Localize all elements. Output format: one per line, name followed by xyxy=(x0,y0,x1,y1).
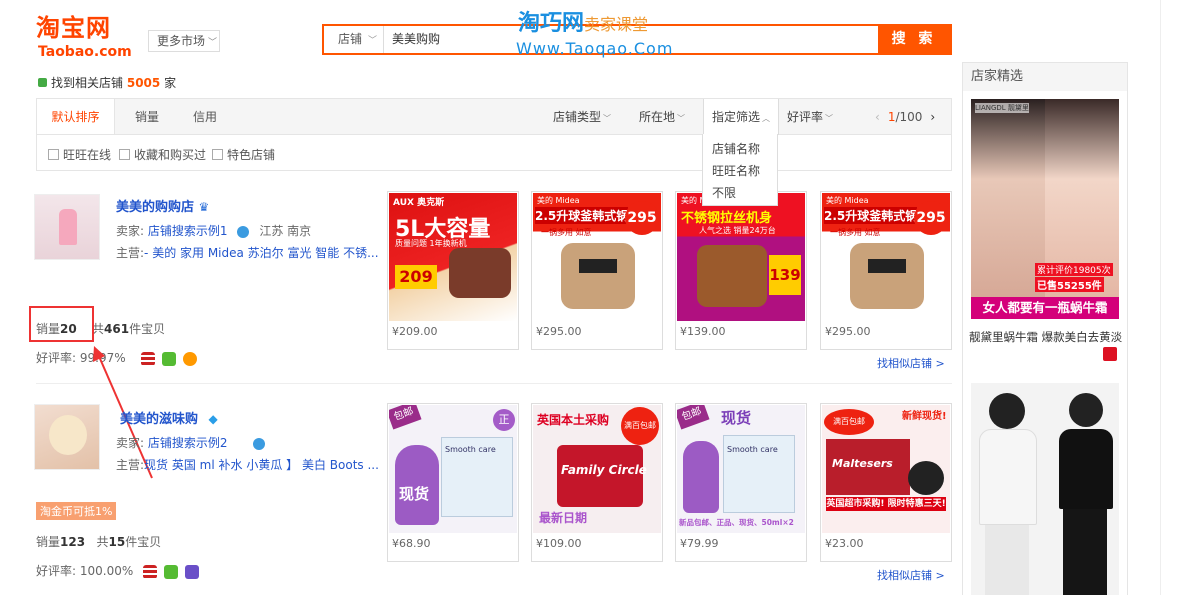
page-edge xyxy=(1160,0,1161,595)
product-price: ¥23.00 xyxy=(825,537,864,550)
product-card[interactable]: 英国本土采购 满百包邮 Family Circle 最新日期 ¥109.00 xyxy=(531,403,663,562)
product-card[interactable]: AUX 奥克斯 5L大容量 质量问题 1年换新机 209 ¥209.00 xyxy=(387,191,519,350)
watermark-url: Www.Taoqao.Com xyxy=(516,39,674,58)
sidebar-ad-image[interactable] xyxy=(971,383,1119,595)
divider xyxy=(36,383,952,384)
specify-dropdown-menu: 店铺名称 旺旺名称 不限 xyxy=(702,134,778,206)
product-price: ¥209.00 xyxy=(392,325,438,338)
more-market-dropdown[interactable]: 更多市场 ﹀ xyxy=(148,30,220,52)
shop-seller: 卖家: 店铺搜索示例2 xyxy=(116,434,266,451)
filter-specify[interactable]: 指定筛选 ︿ xyxy=(703,99,779,135)
shop-avatar[interactable] xyxy=(34,404,100,470)
credit-badge-icon xyxy=(143,564,158,579)
gold-seller-icon xyxy=(162,351,177,366)
sidebar-featured: 店家精选 LIANGDL 靓黛里 累计评价19805次 已售55255件 女人都… xyxy=(962,62,1128,595)
shop-sales: 销量123 共15件宝贝 xyxy=(36,535,162,549)
find-similar-link[interactable]: 找相似店铺 > xyxy=(877,355,945,371)
mini-pager: ‹ 1/100 › xyxy=(875,110,936,124)
filter-shop-type[interactable]: 店铺类型 ﹀ xyxy=(553,99,611,134)
filter-rating[interactable]: 好评率 ﹀ xyxy=(787,99,833,134)
filter-location[interactable]: 所在地 ﹀ xyxy=(639,99,685,134)
search-type-select[interactable]: 店铺 ﹀ xyxy=(324,26,384,53)
promo-badge: 淘金币可抵1% xyxy=(36,502,117,520)
medal-icon xyxy=(183,351,198,366)
chevron-down-icon: ﹀ xyxy=(825,114,834,123)
sidebar-ad-caption[interactable]: 靓黛里蜗牛霜 爆款美白去黄淡 xyxy=(969,329,1127,345)
checkbox-featured[interactable]: 特色店铺 xyxy=(212,146,275,163)
sidebar-ad-image[interactable]: LIANGDL 靓黛里 累计评价19805次 已售55255件 女人都要有一瓶蜗… xyxy=(971,99,1119,319)
crown-icon: ♛ xyxy=(198,200,210,214)
next-page-icon[interactable]: › xyxy=(930,110,935,124)
chevron-up-icon: ︿ xyxy=(762,114,770,123)
chevron-down-icon: ﹀ xyxy=(368,36,378,46)
shop-name[interactable]: 美美的滋味购 ◆ xyxy=(120,408,218,427)
leaf-icon xyxy=(38,78,47,87)
consumer-guarantee-icon xyxy=(184,564,199,579)
gold-seller-icon xyxy=(163,564,178,579)
logo-text[interactable]: 淘宝网 xyxy=(36,14,111,42)
checkbox-favorited[interactable]: 收藏和购买过 xyxy=(119,146,206,163)
checkbox-icon xyxy=(119,149,130,160)
sidebar-title: 店家精选 xyxy=(963,63,1127,91)
logo-subtext[interactable]: Taobao.com xyxy=(38,44,132,60)
shop-rating: 好评率: 100.00% xyxy=(36,562,199,579)
find-similar-link[interactable]: 找相似店铺 > xyxy=(877,567,945,583)
seller-link[interactable]: 店铺搜索示例1 xyxy=(148,224,228,238)
product-price: ¥295.00 xyxy=(825,325,871,338)
shop-seller: 卖家: 店铺搜索示例1 江苏 南京 xyxy=(116,224,312,238)
prev-page-icon[interactable]: ‹ xyxy=(875,110,880,124)
checkbox-wangwang-online[interactable]: 旺旺在线 xyxy=(48,146,111,163)
watermark-logo: 淘巧网卖家课堂 xyxy=(518,11,649,36)
search-button[interactable]: 搜 索 xyxy=(878,26,950,53)
tab-default-sort[interactable]: 默认排序 xyxy=(37,99,115,134)
wangwang-icon[interactable] xyxy=(253,437,266,450)
wangwang-icon[interactable] xyxy=(237,225,250,238)
chevron-down-icon: ﹀ xyxy=(677,114,686,123)
diamond-icon: ◆ xyxy=(208,412,218,426)
product-card[interactable]: 包邮 现货 Smooth care 新品包邮、正品、现货、50ml×2 ¥79.… xyxy=(675,403,807,562)
annotation-highlight-box xyxy=(29,306,94,342)
tab-sales[interactable]: 销量 xyxy=(135,99,159,134)
product-price: ¥295.00 xyxy=(536,325,582,338)
filter-checkboxes: 旺旺在线 收藏和购买过 特色店铺 xyxy=(36,135,952,171)
seller-link[interactable]: 店铺搜索示例2 xyxy=(148,436,228,450)
chevron-down-icon: ﹀ xyxy=(208,38,218,48)
product-price: ¥68.90 xyxy=(392,537,431,550)
result-count: 找到相关店铺 5005 家 xyxy=(38,74,176,91)
sort-bar: 默认排序 销量 信用 店铺类型 ﹀ 所在地 ﹀ 指定筛选 ︿ 好评率 ﹀ ‹ 1/100 › xyxy=(36,98,952,135)
tab-credit[interactable]: 信用 xyxy=(193,99,217,134)
shop-avatar[interactable] xyxy=(34,194,100,260)
product-price: ¥79.99 xyxy=(680,537,719,550)
more-market-label: 更多市场 xyxy=(157,34,206,48)
search-type-label: 店铺 xyxy=(338,32,363,46)
product-price: ¥139.00 xyxy=(680,325,726,338)
chevron-down-icon: ﹀ xyxy=(603,114,612,123)
product-card[interactable]: 包邮 正 现货 Smooth care ¥68.90 xyxy=(387,403,519,562)
shop-main-business: 主营:- 美的 家用 Midea 苏泊尔 富光 智能 不锈... xyxy=(116,246,379,260)
product-card[interactable]: 2.5升球釜韩式锅 美的 Midea 一锅多用 如意 295 ¥295.00 xyxy=(531,191,663,350)
dropdown-item-any[interactable]: 不限 xyxy=(703,182,777,204)
product-price: ¥109.00 xyxy=(536,537,582,550)
dropdown-item-wangwang-name[interactable]: 旺旺名称 xyxy=(703,160,777,182)
checkbox-icon xyxy=(212,149,223,160)
shop-main-business: 主营:现货 英国 ml 补水 小黄瓜 】 美白 Boots ... xyxy=(116,458,379,472)
checkbox-icon xyxy=(48,149,59,160)
shop-name[interactable]: 美美的购购店 ♛ xyxy=(116,196,209,215)
product-card[interactable]: 新鲜现货! 满百包邮 Maltesers 英国超市采购! 限时特惠三天! ¥23… xyxy=(820,403,952,562)
product-card[interactable]: 2.5升球釜韩式锅 美的 Midea 一锅多用 如意 295 ¥295.00 xyxy=(820,191,952,350)
dropdown-item-shop-name[interactable]: 店铺名称 xyxy=(703,138,777,160)
product-card[interactable]: 美的 Midea 不锈钢拉丝机身 人气之选 销量24万台 139 ¥139.00 xyxy=(675,191,807,350)
tmall-icon xyxy=(1103,347,1117,361)
